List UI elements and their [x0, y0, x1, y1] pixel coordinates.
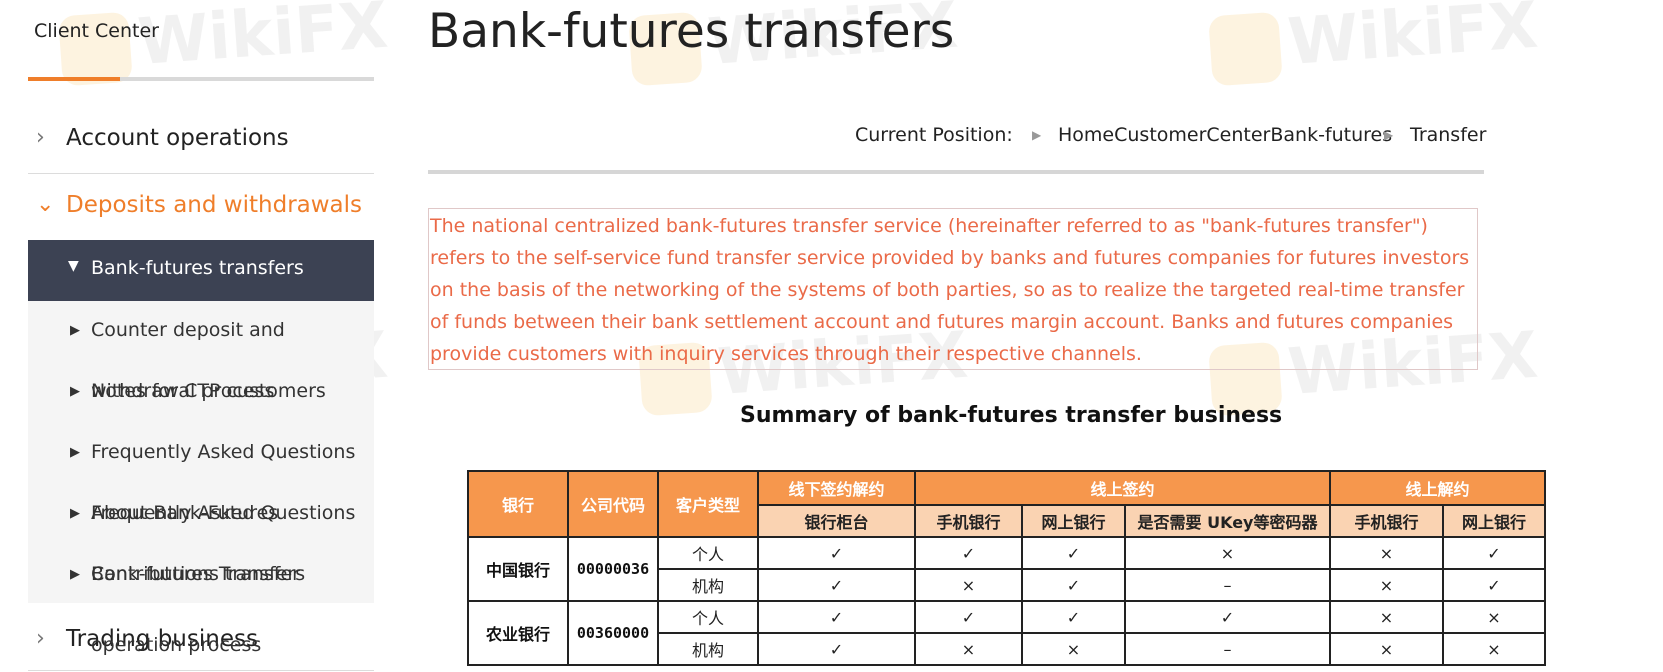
company-code: 00000036 — [567, 536, 659, 602]
category-label: Account operations — [66, 125, 289, 151]
caret-right-icon: ▶ — [70, 445, 80, 460]
header-code: 公司代码 — [567, 470, 659, 538]
table-cell: × — [1021, 632, 1126, 666]
caret-right-icon: ▶ — [70, 384, 80, 399]
sidebar-title-underline — [28, 77, 374, 81]
table-cell: × — [914, 632, 1023, 666]
sidebar-title: Client Center — [34, 20, 159, 42]
table-cell: × — [1442, 632, 1546, 666]
subheader-mobile-cancel: 手机银行 — [1329, 504, 1444, 538]
table-cell: × — [1329, 632, 1444, 666]
sidebar-item-bank-futures-transfers-2[interactable]: ▶ Bank-futures Transfers Contributions t… — [28, 563, 374, 593]
item-label-overlap: Notes for CTP customers — [91, 380, 326, 402]
chevron-right-icon: › — [36, 626, 45, 651]
page-title: Bank-futures transfers — [428, 4, 955, 59]
company-code: 00360000 — [567, 600, 659, 666]
header-online-cancel: 线上解约 — [1329, 470, 1546, 506]
table-cell: × — [1442, 600, 1546, 634]
table-row: 农业银行 00360000 个人 ✓ ✓ ✓ ✓ × × — [467, 600, 1546, 666]
bank-name: 农业银行 — [467, 600, 569, 666]
table-row: 中国银行 00000036 个人 ✓ ✓ ✓ × × ✓ — [467, 536, 1546, 602]
item-label: Bank-futures transfers — [91, 257, 304, 279]
category-label: Deposits and withdrawals — [66, 192, 363, 218]
table-cell: ✓ — [1124, 600, 1331, 634]
sidebar-item-counter-deposit[interactable]: ▶ Counter deposit and — [28, 319, 374, 349]
breadcrumb-label: Current Position: — [855, 124, 1013, 146]
divider — [28, 173, 374, 174]
caret-right-icon: ▶ — [70, 323, 80, 338]
subheader-web: 网上银行 — [1021, 504, 1126, 538]
table-cell: ✓ — [1021, 600, 1126, 634]
table-cell: – — [1124, 632, 1331, 666]
subheader-ukey: 是否需要 UKey等密码器 — [1124, 504, 1331, 538]
table-cell: × — [914, 568, 1023, 602]
client-type: 个人 — [657, 536, 759, 570]
sidebar-category-account-operations[interactable]: › Account operations — [28, 125, 374, 157]
table-cell: × — [1329, 568, 1444, 602]
sidebar-item-faq-bank-futures[interactable]: ▶ Frequently Asked Questions About Bank-… — [28, 502, 374, 532]
transfer-summary-table: 银行 公司代码 客户类型 线下签约解约 线上签约 线上解约 银行柜台 手机银行 … — [467, 470, 1546, 666]
table-cell: ✓ — [1021, 536, 1126, 570]
bank-name: 中国银行 — [467, 536, 569, 602]
header-bank: 银行 — [467, 470, 569, 538]
table-cell: ✓ — [757, 536, 916, 570]
caret-right-icon: ▶ — [70, 506, 80, 521]
client-type: 个人 — [657, 600, 759, 634]
sidebar-item-faq[interactable]: ▶ Frequently Asked Questions — [28, 441, 374, 471]
sidebar-category-deposits-withdrawals[interactable]: ⌄ Deposits and withdrawals — [28, 192, 374, 224]
chevron-down-icon: ⌄ — [36, 192, 55, 217]
table-cell: × — [1124, 536, 1331, 570]
watermark: WikiFX — [1208, 0, 1541, 87]
wikifx-logo-icon — [1208, 12, 1283, 87]
client-type: 机构 — [657, 632, 759, 666]
table-cell: ✓ — [914, 600, 1023, 634]
underline-accent — [28, 77, 120, 81]
sidebar: Client Center › Account operations ⌄ Dep… — [28, 0, 374, 672]
item-label-overlap: Contributions transfer — [91, 563, 300, 585]
item-label-overlap: About Bank-Futures — [91, 502, 279, 524]
divider — [28, 670, 374, 671]
header-offline: 线下签约解约 — [757, 470, 916, 506]
caret-right-icon: ▶ — [70, 567, 80, 582]
table-cell: ✓ — [914, 536, 1023, 570]
breadcrumb-path[interactable]: HomeCustomerCenterBank-futures — [1058, 124, 1392, 146]
table-cell: – — [1124, 568, 1331, 602]
item-label: Counter deposit and — [91, 319, 285, 341]
item-label: Frequently Asked Questions — [91, 441, 356, 463]
client-type: 机构 — [657, 568, 759, 602]
table-cell: ✓ — [1442, 536, 1546, 570]
sidebar-item-withdrawal-process[interactable]: ▶ withdrawal process Notes for CTP custo… — [28, 380, 374, 410]
subheader-web-cancel: 网上银行 — [1442, 504, 1546, 538]
table-cell: ✓ — [757, 632, 916, 666]
breadcrumb-divider — [428, 170, 1484, 174]
table-cell: ✓ — [1021, 568, 1126, 602]
section-title: Summary of bank-futures transfer busines… — [740, 403, 1283, 428]
caret-right-icon: ▶ — [1384, 128, 1394, 142]
subheader-counter: 银行柜台 — [757, 504, 916, 538]
breadcrumb-current: Transfer — [1410, 124, 1487, 146]
sidebar-item-wrap-text: operation process — [91, 634, 262, 656]
intro-paragraph: The national centralized bank-futures tr… — [428, 208, 1478, 370]
sidebar-item-bank-futures-transfers[interactable]: ▼ Bank-futures transfers — [28, 240, 374, 301]
caret-right-icon: ▶ — [1032, 128, 1042, 142]
header-type: 客户类型 — [657, 470, 759, 538]
table-cell: × — [1329, 600, 1444, 634]
table-cell: ✓ — [757, 600, 916, 634]
caret-down-icon: ▼ — [68, 258, 79, 274]
table-cell: × — [1329, 536, 1444, 570]
table-cell: ✓ — [757, 568, 916, 602]
table-cell: ✓ — [1442, 568, 1546, 602]
chevron-right-icon: › — [36, 125, 45, 150]
submenu: ▼ Bank-futures transfers ▶ Counter depos… — [28, 240, 374, 603]
header-online-sign: 线上签约 — [914, 470, 1331, 506]
subheader-mobile: 手机银行 — [914, 504, 1023, 538]
